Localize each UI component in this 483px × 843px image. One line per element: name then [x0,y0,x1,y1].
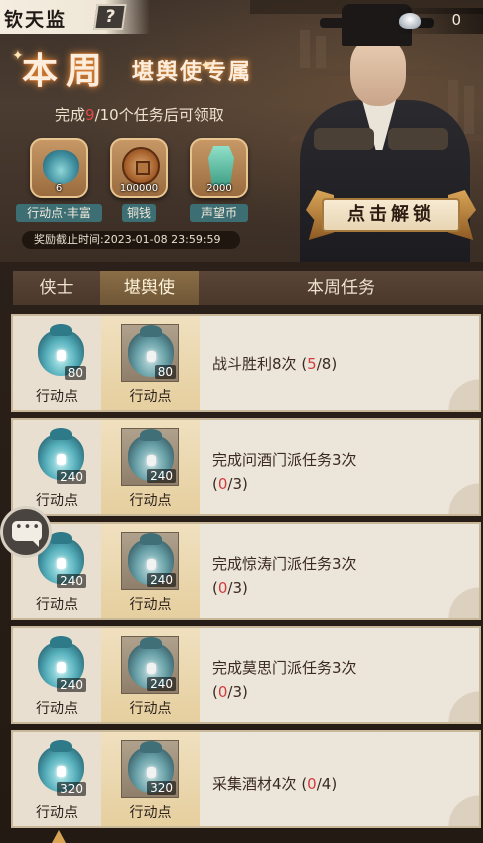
silver-currency: 0 [393,8,483,34]
free-reward-item[interactable]: 240 [32,428,88,486]
weekly-title-big: 本周 [22,50,111,92]
free-reward-item[interactable]: 240 [32,636,88,694]
reward-copper-coins[interactable]: 100000 [110,138,168,198]
ornament-icon [52,830,66,843]
chat-bubble-icon [12,520,42,541]
free-reward-cell: 240 行动点 [13,420,101,514]
reward-label: 铜钱 [122,204,156,222]
task-description: 完成惊涛门派任务3次 (0/3) [212,555,357,597]
bag-icon [43,150,79,184]
task-row: 80 行动点 80 行动点 战斗胜利8次 (5/8) [11,314,481,412]
task-cell: 完成惊涛门派任务3次 (0/3) [200,524,479,618]
task-row: 240 行动点 240 行动点 完成莫思门派任务3次 (0/3) [11,626,481,724]
premium-reward-item[interactable]: 80 [121,324,179,382]
silver-count: 0 [451,11,461,29]
premium-reward-item[interactable]: 240 [121,428,179,486]
premium-reward-cell: 240 行动点 [101,628,200,722]
premium-reward-cell: 320 行动点 [101,732,200,826]
free-reward-item[interactable]: 80 [32,324,88,382]
task-progress-done: 5 [307,355,317,373]
task-row: 240 行动点 240 行动点 完成问酒门派任务3次 (0/3) [11,418,481,516]
task-row: 240 行动点 240 行动点 完成惊涛门派任务3次 (0/3) [11,522,481,620]
reward-reputation[interactable]: 2000 [190,138,248,198]
column-task: 本周任务 [307,278,375,298]
task-description: 完成莫思门派任务3次 (0/3) [212,659,357,701]
task-table-header: 侠士 堪舆使 本周任务 [13,271,483,305]
deadline-value: 2023-01-08 23:59:59 [103,233,221,246]
premium-reward-item[interactable]: 240 [121,636,179,694]
reward-label: 声望币 [190,204,248,222]
banner: 钦天监 ? 0 ✦ 本周 堪舆使专属 ✦ 完成9/10个任务后可领取 6 100… [0,0,483,262]
silver-ingot-icon [399,13,421,29]
task-description: 完成问酒门派任务3次 (0/3) [212,451,357,493]
task-cell: 完成莫思门派任务3次 (0/3) [200,628,479,722]
reward-deadline: 奖励截止时间:2023-01-08 23:59:59 [22,231,240,249]
title-bar: 钦天监 [0,0,150,34]
free-reward-item[interactable]: 320 [32,740,88,798]
weekly-title: ✦ 本周 堪舆使专属 ✦ [12,40,292,96]
premium-reward-cell: 240 行动点 [101,524,200,618]
weekly-title-small: 堪舆使专属 [132,59,253,85]
sparkle-icon: ✦ [200,58,212,74]
task-cell: 完成问酒门派任务3次 (0/3) [200,420,479,514]
chat-button[interactable] [0,506,52,558]
reward-label: 行动点·丰富 [16,204,102,222]
unlock-button-label: 点击解锁 [322,198,460,232]
column-premium: 堪舆使 [100,271,199,305]
coin-icon [122,147,160,185]
task-row: 320 行动点 320 行动点 采集酒材4次 (0/4) [11,730,481,828]
premium-reward-item[interactable]: 240 [121,532,179,590]
premium-reward-cell: 80 行动点 [101,316,200,410]
task-progress-done: 0 [217,683,228,701]
unlock-button[interactable]: 点击解锁 [306,186,476,244]
task-cell: 采集酒材4次 (0/4) [200,732,479,826]
task-progress-done: 0 [217,579,228,597]
reputation-icon [208,146,234,186]
premium-reward-item[interactable]: 320 [121,740,179,798]
question-icon: ? [103,7,117,27]
progress-text: 完成9/10个任务后可领取 [55,106,224,124]
free-reward-cell: 320 行动点 [13,732,101,826]
premium-reward-cell: 240 行动点 [101,420,200,514]
task-progress-done: 0 [307,775,317,793]
free-reward-cell: 80 行动点 [13,316,101,410]
column-free: 侠士 [39,278,74,298]
weekly-task-panel: 钦天监 ? 0 ✦ 本周 堪舆使专属 ✦ 完成9/10个任务后可领取 6 100… [0,0,483,843]
task-description: 采集酒材4次 (0/4) [212,775,338,793]
page-title: 钦天监 [4,9,68,31]
task-cell: 战斗胜利8次 (5/8) [200,316,479,410]
progress-done-count: 9 [85,106,95,124]
task-description: 战斗胜利8次 (5/8) [212,355,338,373]
help-button[interactable]: ? [93,4,127,30]
free-reward-cell: 240 行动点 [13,628,101,722]
task-progress-done: 0 [217,475,228,493]
reward-action-points[interactable]: 6 [30,138,88,198]
